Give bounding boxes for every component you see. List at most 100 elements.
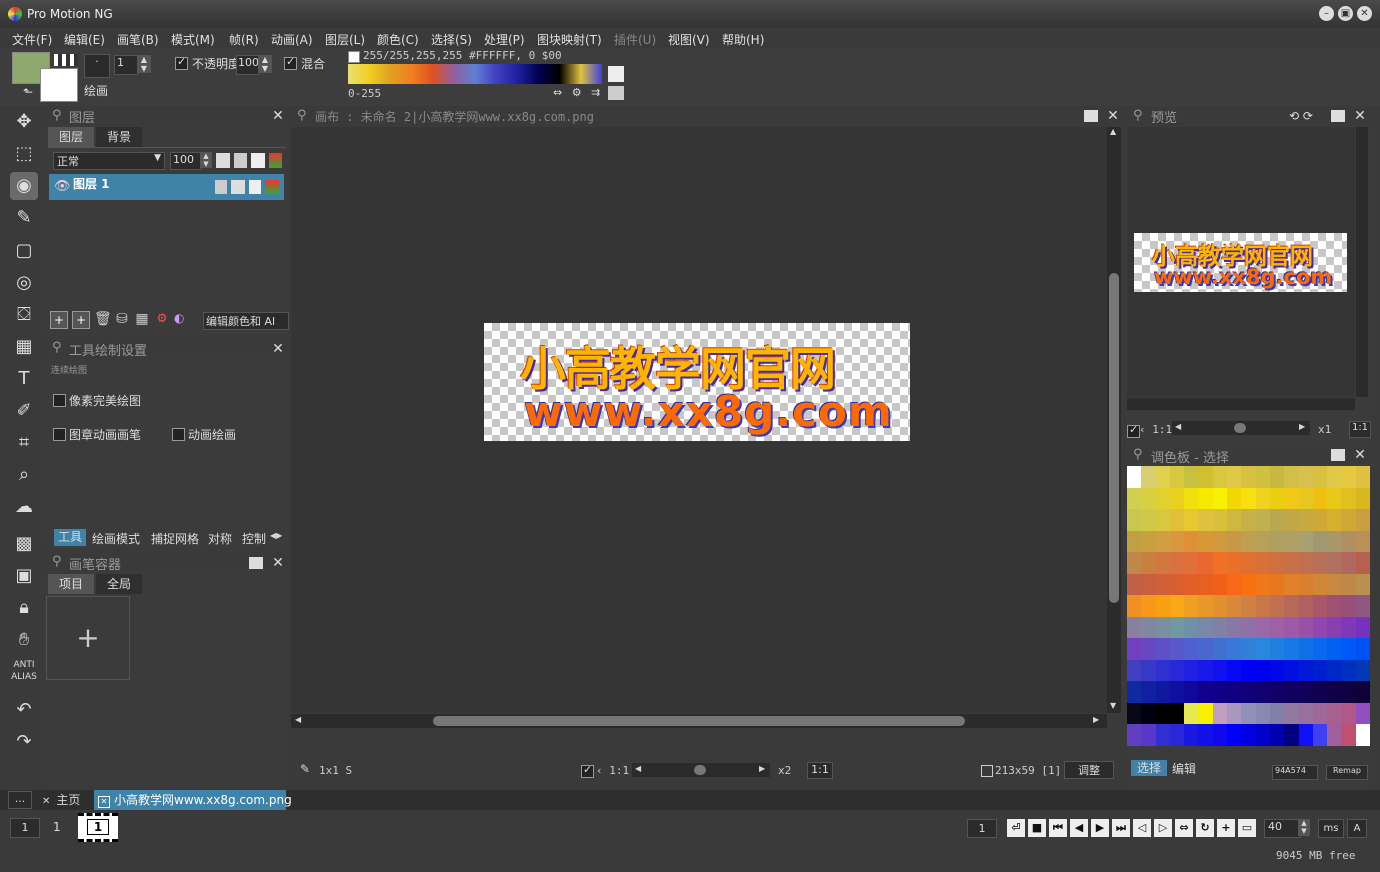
canvas-image[interactable]: 小高教学网官网 www.xx8g.com <box>484 323 910 441</box>
rectangle-tool-icon[interactable]: ▢ <box>10 237 38 265</box>
palette-swatch[interactable] <box>1169 466 1185 489</box>
menu-item-8[interactable]: 选择(S) <box>431 31 472 48</box>
layer-row[interactable]: 👁︎ 图层 1 <box>49 174 284 200</box>
gradient-control-icons[interactable]: ⇔ ⚙ ⇉ <box>553 86 603 99</box>
palette-swatch[interactable] <box>1198 573 1214 596</box>
palette-swatch[interactable] <box>1155 466 1171 489</box>
home-tab-close-icon[interactable]: ✕ <box>42 796 50 807</box>
palette-swatch[interactable] <box>1341 530 1357 553</box>
palette-swatch[interactable] <box>1312 702 1328 725</box>
palette-swatch[interactable] <box>1241 724 1257 747</box>
brush-slot[interactable]: + <box>46 596 130 680</box>
palette-swatch[interactable] <box>1341 552 1357 575</box>
palette-swatch[interactable] <box>1298 724 1314 747</box>
frame-box[interactable]: 1 <box>10 818 40 838</box>
lock-tool-icon[interactable]: 🔒︎ <box>10 594 38 622</box>
visibility-eye-icon[interactable]: 👁︎ <box>54 179 71 194</box>
palette-swatch[interactable] <box>1355 595 1371 618</box>
delay-unit-button[interactable]: ms <box>1318 819 1344 838</box>
palette-swatch[interactable] <box>1141 530 1157 553</box>
palette-swatch[interactable] <box>1284 659 1300 682</box>
scroll-left-icon[interactable]: ◀ <box>295 715 301 724</box>
palette-swatch[interactable] <box>1127 702 1142 725</box>
alpha-icon[interactable]: ◐ <box>174 311 184 327</box>
palette-swatch[interactable] <box>1184 724 1199 747</box>
palette-swatch[interactable] <box>1198 595 1214 618</box>
palette-swatch[interactable] <box>1269 573 1285 596</box>
stamp-anim-checkbox[interactable] <box>53 428 66 441</box>
palette-swatch[interactable] <box>1198 466 1214 489</box>
palette-swatch[interactable] <box>1169 616 1185 639</box>
pin-icon[interactable]: ⚲ <box>52 554 62 569</box>
palette-swatch[interactable] <box>1141 638 1157 661</box>
file-tab-close-icon[interactable]: ✕ <box>98 796 110 808</box>
palette-swatch[interactable] <box>1198 702 1214 725</box>
stencil-tool-icon[interactable]: ▣ <box>10 562 38 590</box>
palette-swatch[interactable] <box>1298 702 1314 725</box>
antialias-tool-icon[interactable]: ANTI ALIAS <box>10 659 38 687</box>
swap-colors-icon[interactable]: ⬑ <box>23 85 33 99</box>
palette-swatch[interactable] <box>1155 595 1171 618</box>
palette-swatch[interactable] <box>1341 724 1357 747</box>
crop-tool-icon[interactable]: ⌗ <box>10 429 38 457</box>
play-icon[interactable]: ▶ <box>1091 819 1109 837</box>
palette-swatch[interactable] <box>1155 659 1171 682</box>
palette-swatch[interactable] <box>1184 702 1199 725</box>
palette-swatch[interactable] <box>1169 487 1185 510</box>
tool-settings-close-icon[interactable]: ✕ <box>271 342 285 356</box>
palette-swatch[interactable] <box>1155 616 1171 639</box>
palette-swatch[interactable] <box>1198 724 1214 747</box>
palette-swatch[interactable] <box>1227 509 1242 532</box>
layers-close-icon[interactable]: ✕ <box>271 109 285 123</box>
palette-swatch[interactable] <box>1241 487 1257 510</box>
repeat-icon[interactable]: ↻ <box>1196 819 1214 837</box>
palette-swatch[interactable] <box>1355 530 1371 553</box>
palette-swatch[interactable] <box>1341 509 1357 532</box>
palette-swatch[interactable] <box>1284 702 1300 725</box>
preview-menu-icon[interactable] <box>1331 110 1345 122</box>
palette-swatch[interactable] <box>1241 638 1257 661</box>
palette-swatch[interactable] <box>1255 466 1271 489</box>
layer-lock-icon[interactable] <box>251 153 265 168</box>
remap-button[interactable]: Remap <box>1326 765 1368 780</box>
palette-swatch[interactable] <box>1269 724 1285 747</box>
palette-swatch[interactable] <box>1169 552 1185 575</box>
palette-swatch[interactable] <box>1169 638 1185 661</box>
palette-swatch[interactable] <box>1269 702 1285 725</box>
palette-swatch[interactable] <box>1298 552 1314 575</box>
palette-grid[interactable] <box>1127 466 1371 747</box>
auto-button[interactable]: A <box>1347 819 1367 838</box>
palette-swatch[interactable] <box>1227 487 1242 510</box>
frame-thumbnail[interactable]: 1 <box>78 813 118 842</box>
palette-swatch[interactable] <box>1255 616 1271 639</box>
menu-item-7[interactable]: 颜色(C) <box>377 31 419 48</box>
palette-swatch[interactable] <box>1269 530 1285 553</box>
rgb-circles-icon[interactable]: ⚙ <box>154 311 170 327</box>
edit-color-alpha-button[interactable]: 编辑颜色和 Al <box>203 312 289 330</box>
palette-swatch[interactable] <box>1269 595 1285 618</box>
layer-grid-icon[interactable]: ▦ <box>134 311 150 327</box>
palette-hex-field[interactable]: 94A574 <box>1272 765 1318 780</box>
zoom-slider-left-icon[interactable]: ◀ <box>635 764 641 773</box>
pin-icon[interactable]: ⚲ <box>52 340 62 355</box>
palette-swatch[interactable] <box>1241 659 1257 682</box>
palette-swatch[interactable] <box>1155 509 1171 532</box>
palette-swatch[interactable] <box>1227 681 1242 704</box>
palette-swatch[interactable] <box>1255 552 1271 575</box>
palette-swatch[interactable] <box>1355 616 1371 639</box>
blend-checkbox[interactable] <box>284 55 297 70</box>
menu-item-5[interactable]: 动画(A) <box>271 31 313 48</box>
palette-swatch[interactable] <box>1241 530 1257 553</box>
palette-swatch[interactable] <box>1227 659 1242 682</box>
palette-swatch[interactable] <box>1284 638 1300 661</box>
palette-swatch[interactable] <box>1327 724 1342 747</box>
palette-swatch[interactable] <box>1169 509 1185 532</box>
palette-swatch[interactable] <box>1341 595 1357 618</box>
menu-item-9[interactable]: 处理(P) <box>484 31 525 48</box>
palette-swatch[interactable] <box>1298 466 1314 489</box>
palette-swatch[interactable] <box>1184 595 1199 618</box>
rect-select-tool-icon[interactable]: ⬚ <box>10 140 38 168</box>
gradient-edit-icon[interactable] <box>608 86 624 100</box>
palette-swatch[interactable] <box>1141 702 1157 725</box>
palette-swatch[interactable] <box>1227 702 1242 725</box>
